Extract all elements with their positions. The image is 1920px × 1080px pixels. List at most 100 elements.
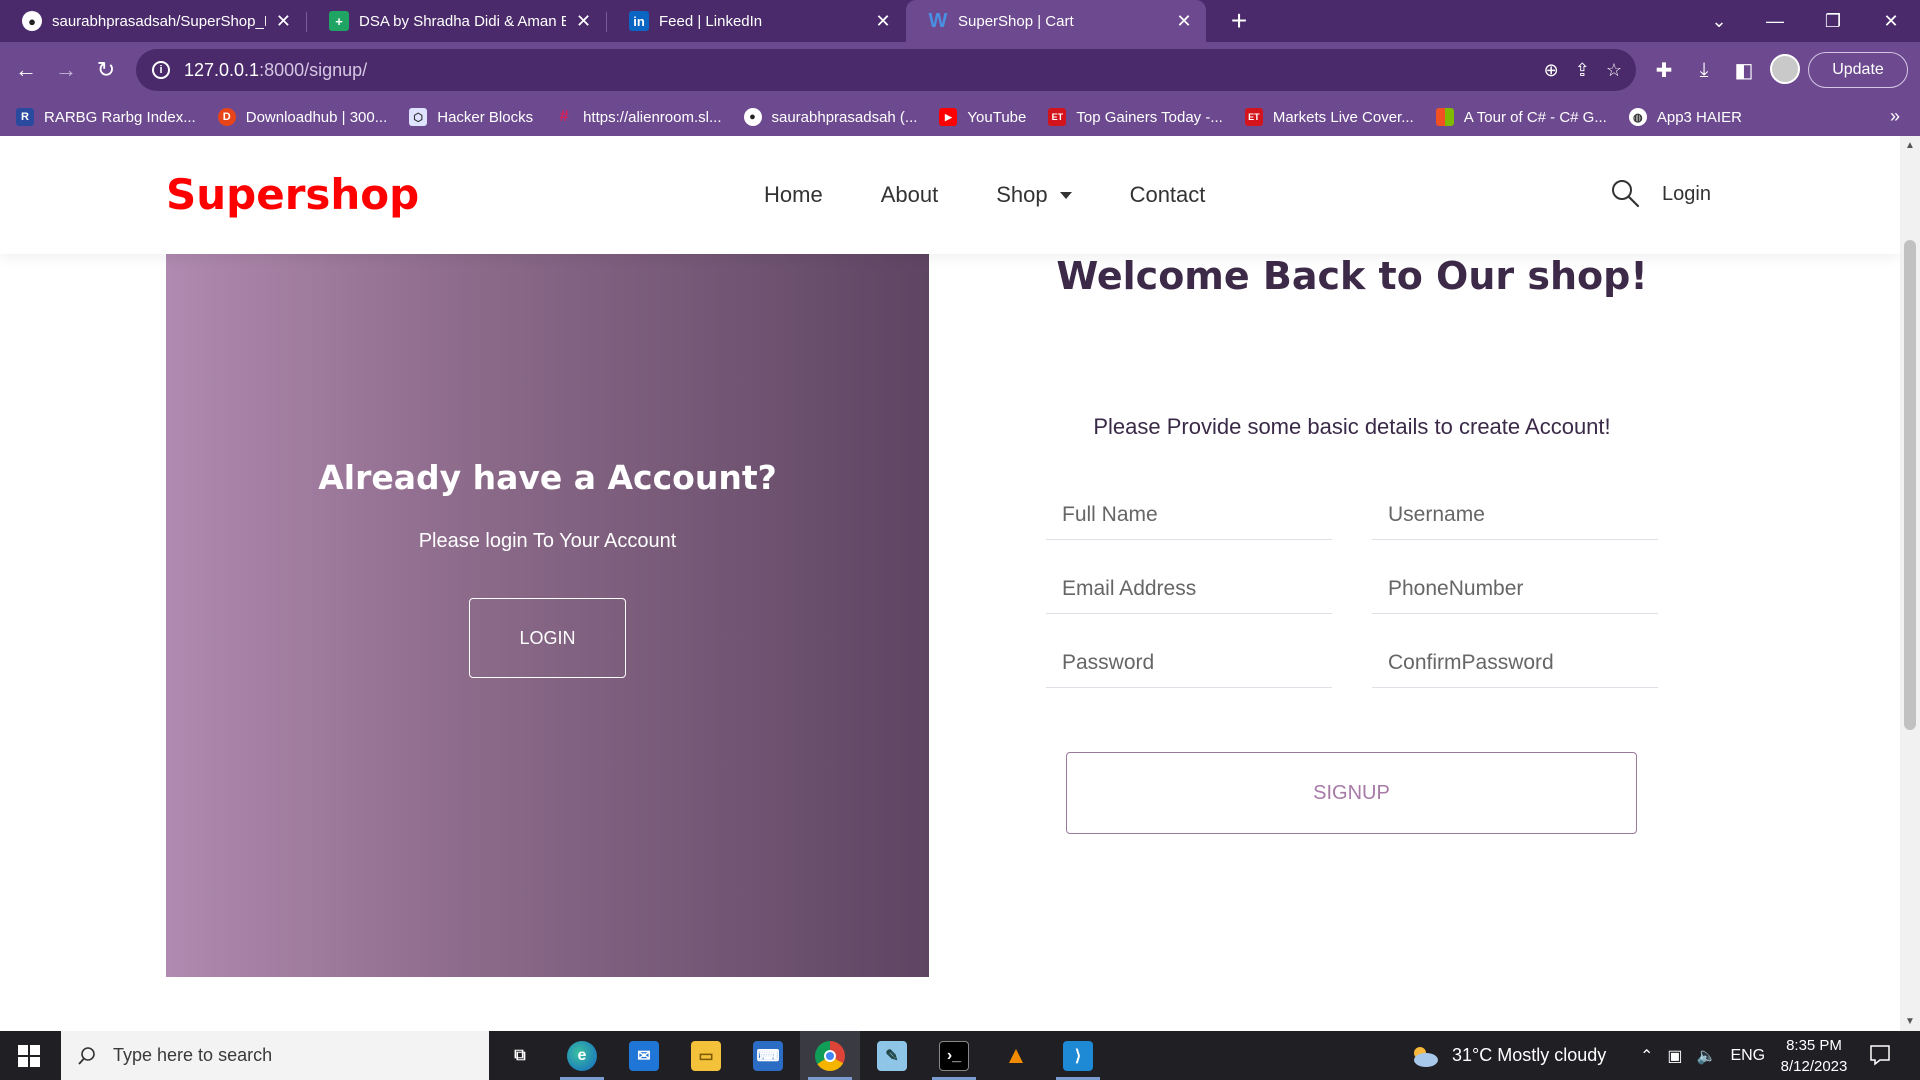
bookmark-item[interactable]: # https://alienroom.sl... bbox=[555, 108, 722, 126]
taskbar-search[interactable]: Type here to search bbox=[61, 1031, 489, 1080]
nav-contact[interactable]: Contact bbox=[1130, 182, 1206, 208]
network-icon[interactable]: ▣ bbox=[1667, 1046, 1682, 1066]
reload-icon[interactable]: ↻ bbox=[90, 54, 122, 86]
site-info-icon[interactable]: i bbox=[152, 61, 170, 79]
extensions-icon[interactable]: ✚ bbox=[1648, 54, 1680, 86]
site-header: Supershop Home About Shop Contact Login bbox=[0, 136, 1900, 254]
page-title: Welcome Back to Our shop! bbox=[1056, 254, 1648, 298]
update-button[interactable]: Update bbox=[1808, 52, 1908, 88]
bookmark-label: Downloadhub | 300... bbox=[245, 108, 388, 126]
et-icon: ET bbox=[1048, 108, 1067, 126]
nav-home[interactable]: Home bbox=[764, 182, 823, 208]
url-field[interactable]: i 127.0.0.1:8000/signup/ ⊕ ⇪ ☆ bbox=[136, 49, 1636, 91]
bookmark-item[interactable]: R RARBG Rarbg Index... bbox=[16, 108, 196, 126]
phone-field[interactable] bbox=[1372, 564, 1658, 614]
close-tab-icon[interactable]: ✕ bbox=[873, 11, 893, 32]
site-logo[interactable]: Supershop bbox=[166, 170, 419, 219]
more-bookmarks-icon[interactable]: » bbox=[1890, 106, 1900, 127]
bookmark-label: Top Gainers Today -... bbox=[1076, 108, 1223, 126]
share-icon[interactable]: ⇪ bbox=[1575, 60, 1590, 81]
scrollbar-thumb[interactable] bbox=[1904, 240, 1916, 730]
clock-date: 8/12/2023 bbox=[1780, 1058, 1848, 1075]
email-field[interactable] bbox=[1046, 564, 1332, 614]
header-login-link[interactable]: Login bbox=[1662, 183, 1711, 206]
back-icon[interactable]: ← bbox=[10, 54, 42, 86]
download-icon[interactable]: ⤓ bbox=[1688, 54, 1720, 86]
github-icon: ● bbox=[743, 108, 762, 126]
password-field[interactable] bbox=[1046, 638, 1332, 688]
search-icon bbox=[78, 1046, 95, 1065]
page-viewport: Supershop Home About Shop Contact Login … bbox=[0, 136, 1900, 1031]
bookmark-label: https://alienroom.sl... bbox=[583, 108, 722, 126]
bookmark-item[interactable]: ET Markets Live Cover... bbox=[1244, 108, 1414, 126]
language-indicator[interactable]: ENG bbox=[1730, 1047, 1765, 1065]
tray-chevron-up-icon[interactable]: ⌃ bbox=[1640, 1046, 1653, 1066]
close-tab-icon[interactable]: ✕ bbox=[574, 11, 593, 32]
file-explorer-icon[interactable]: ▭ bbox=[676, 1031, 736, 1080]
chevron-down-icon bbox=[1059, 191, 1072, 199]
sheets-icon: + bbox=[329, 11, 349, 31]
nav-about[interactable]: About bbox=[881, 182, 939, 208]
nav-shop[interactable]: Shop bbox=[996, 182, 1072, 208]
minimize-icon[interactable]: — bbox=[1752, 0, 1798, 42]
form-instructions: Please Provide some basic details to cre… bbox=[1093, 414, 1611, 439]
weather-widget[interactable]: 31°C Mostly cloudy bbox=[1408, 1031, 1606, 1080]
chrome-icon[interactable] bbox=[800, 1031, 860, 1080]
close-tab-icon[interactable]: ✕ bbox=[1174, 11, 1194, 32]
taskbar-clock[interactable]: 8:35 PM 8/12/2023 bbox=[1772, 1035, 1856, 1077]
bookmark-item[interactable]: ET Top Gainers Today -... bbox=[1048, 108, 1223, 126]
forward-icon[interactable]: → bbox=[50, 54, 82, 86]
page-scrollbar[interactable]: ▲ ▼ bbox=[1900, 136, 1920, 1031]
slack-icon: # bbox=[559, 108, 569, 125]
bookmark-item[interactable]: ● saurabhprasadsah (... bbox=[743, 108, 917, 126]
bookmark-item[interactable]: A Tour of C# - C# G... bbox=[1435, 108, 1607, 126]
address-bar: ← → ↻ i 127.0.0.1:8000/signup/ ⊕ ⇪ ☆ ✚ ⤓… bbox=[0, 42, 1920, 98]
remote-desktop-icon[interactable]: ⌨ bbox=[738, 1031, 798, 1080]
notification-icon[interactable] bbox=[1868, 1043, 1892, 1067]
zoom-icon[interactable]: ⊕ bbox=[1544, 60, 1559, 81]
vscode-icon[interactable]: ⟩ bbox=[1048, 1031, 1108, 1080]
globe-icon: ◍ bbox=[1628, 108, 1647, 126]
browser-tab-dsa[interactable]: + DSA by Shradha Didi & Aman Bh ✕ bbox=[307, 0, 605, 42]
close-tab-icon[interactable]: ✕ bbox=[274, 11, 293, 32]
profile-avatar[interactable] bbox=[1770, 54, 1800, 84]
bookmark-item[interactable]: D Downloadhub | 300... bbox=[217, 108, 388, 126]
browser-tab-supershop[interactable]: W SuperShop | Cart ✕ bbox=[906, 0, 1206, 42]
restore-icon[interactable]: ❐ bbox=[1810, 0, 1856, 42]
close-window-icon[interactable]: ✕ bbox=[1868, 0, 1914, 42]
mail-icon[interactable]: ✉ bbox=[614, 1031, 674, 1080]
full-name-field[interactable] bbox=[1046, 490, 1332, 540]
scroll-up-icon[interactable]: ▲ bbox=[1905, 140, 1915, 151]
login-button[interactable]: LOGIN bbox=[469, 598, 626, 678]
scroll-down-icon[interactable]: ▼ bbox=[1905, 1016, 1915, 1027]
bookmark-item[interactable]: ⬡ Hacker Blocks bbox=[409, 108, 533, 126]
vlc-icon[interactable]: ▲ bbox=[986, 1031, 1046, 1080]
username-field[interactable] bbox=[1372, 490, 1658, 540]
promo-title: Already have a Account? bbox=[318, 458, 777, 497]
browser-tab-github[interactable]: ● saurabhprasadsah/SuperShop_D ✕ bbox=[0, 0, 305, 42]
search-icon[interactable] bbox=[1610, 178, 1640, 208]
edge-icon[interactable]: e bbox=[552, 1031, 612, 1080]
windows-start-icon[interactable] bbox=[18, 1045, 40, 1067]
youtube-icon: ▶ bbox=[939, 108, 958, 126]
signup-button[interactable]: SIGNUP bbox=[1066, 752, 1637, 834]
w-icon: W bbox=[928, 9, 948, 32]
bookmark-item[interactable]: ▶ YouTube bbox=[939, 108, 1026, 126]
notepad-icon[interactable]: ✎ bbox=[862, 1031, 922, 1080]
browser-tab-bar: ● saurabhprasadsah/SuperShop_D ✕ + DSA b… bbox=[0, 0, 1920, 42]
terminal-icon[interactable]: ›_ bbox=[924, 1031, 984, 1080]
confirm-password-field[interactable] bbox=[1372, 638, 1658, 688]
bookmark-label: App3 HAIER bbox=[1656, 108, 1742, 126]
bookmark-star-icon[interactable]: ☆ bbox=[1606, 60, 1622, 81]
downloadhub-icon: D bbox=[217, 108, 236, 126]
linkedin-icon: in bbox=[629, 11, 649, 31]
browser-tab-linkedin[interactable]: in Feed | LinkedIn ✕ bbox=[607, 0, 905, 42]
task-view-icon[interactable]: ⧉ bbox=[490, 1031, 550, 1080]
tab-search-chevron-icon[interactable]: ⌄ bbox=[1696, 0, 1742, 42]
rarbg-icon: R bbox=[16, 108, 34, 126]
volume-icon[interactable]: 🔈 bbox=[1697, 1046, 1717, 1066]
new-tab-icon[interactable]: + bbox=[1222, 4, 1256, 38]
side-panel-icon[interactable]: ◧ bbox=[1728, 54, 1760, 86]
bookmark-item[interactable]: ◍ App3 HAIER bbox=[1628, 108, 1742, 126]
github-icon: ● bbox=[22, 11, 42, 31]
